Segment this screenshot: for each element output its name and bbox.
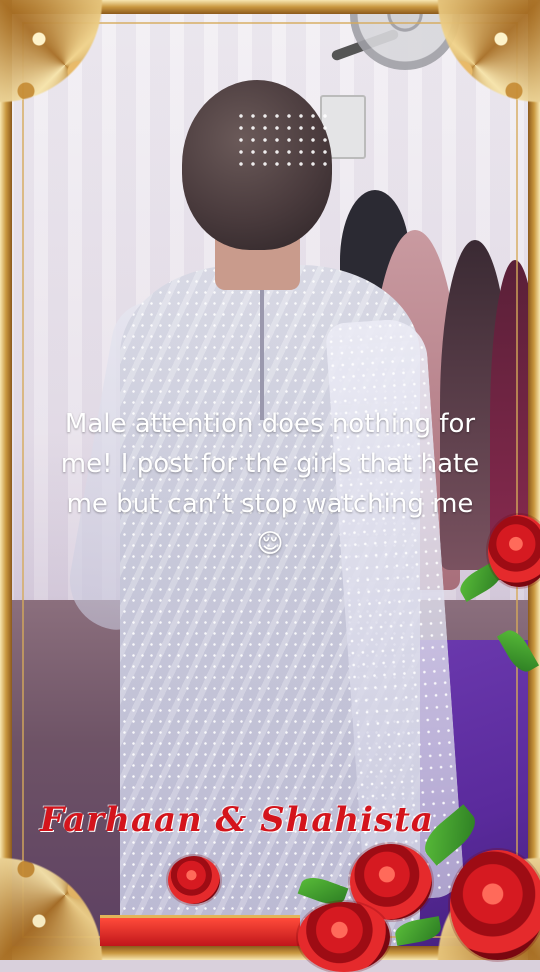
caption-text: Male attention does nothing for me! I po… bbox=[60, 409, 480, 559]
guest-figure bbox=[490, 260, 540, 580]
couple-names-overlay: Farhaan & Shahista bbox=[40, 800, 434, 840]
hair-jewel bbox=[235, 110, 335, 170]
gown-zipper bbox=[260, 280, 264, 420]
